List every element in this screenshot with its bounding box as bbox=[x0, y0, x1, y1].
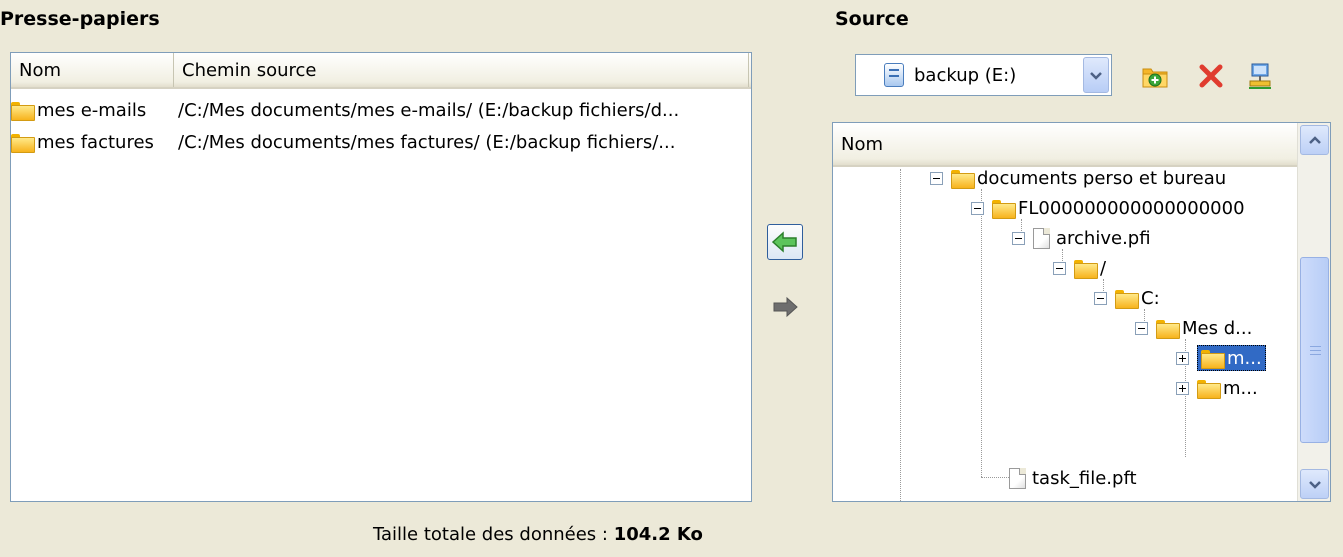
item-source-path: /C:/Mes documents/mes e-mails/ (E:/backu… bbox=[178, 99, 680, 121]
drive-select[interactable]: backup (E:) bbox=[855, 54, 1112, 96]
folder-icon bbox=[951, 169, 975, 189]
item-name: mes factures bbox=[37, 131, 154, 153]
total-size: Taille totale des données : 104.2 Ko bbox=[373, 524, 703, 545]
tree-node-label: task_file.pft bbox=[1032, 467, 1137, 489]
list-item[interactable]: mes e-mails /C:/Mes documents/mes e-mail… bbox=[11, 94, 679, 126]
collapse-toggle[interactable] bbox=[971, 201, 984, 215]
tree-node-label: m... bbox=[1223, 377, 1258, 399]
tree-node-label: Mes d... bbox=[1182, 317, 1253, 339]
drive-icon bbox=[884, 63, 904, 87]
add-folder-icon bbox=[1142, 68, 1168, 88]
network-icon bbox=[1249, 63, 1271, 89]
folder-icon bbox=[11, 133, 35, 153]
tree-node[interactable]: archive.pfi bbox=[1012, 223, 1151, 253]
tree-node[interactable]: FL000000000000000000 bbox=[971, 193, 1245, 223]
tree-vertical-scrollbar[interactable] bbox=[1297, 123, 1330, 501]
folder-icon bbox=[1201, 349, 1225, 369]
tree-node-label: m... bbox=[1227, 347, 1262, 369]
collapse-toggle[interactable] bbox=[1012, 231, 1025, 245]
item-name: mes e-mails bbox=[37, 99, 147, 121]
collapse-toggle[interactable] bbox=[1053, 261, 1066, 275]
collapse-toggle[interactable] bbox=[1135, 321, 1148, 335]
total-size-label: Taille totale des données : bbox=[373, 524, 614, 545]
arrow-left-icon bbox=[772, 231, 797, 253]
tree-node[interactable]: documents perso et bureau bbox=[930, 163, 1226, 193]
scroll-down-button[interactable] bbox=[1300, 469, 1329, 499]
tree-line bbox=[981, 477, 1009, 478]
folder-icon bbox=[992, 199, 1016, 219]
folder-icon bbox=[1197, 379, 1221, 399]
move-to-clipboard-button[interactable] bbox=[767, 224, 803, 260]
tree-line bbox=[900, 169, 901, 501]
tree-node[interactable]: m... bbox=[1176, 373, 1258, 403]
source-title: Source bbox=[835, 8, 909, 30]
tree-node[interactable]: m... bbox=[1176, 343, 1266, 373]
tree-node-label: archive.pfi bbox=[1056, 227, 1151, 249]
source-tree[interactable]: Nom documents perso et bureau FL00000000… bbox=[832, 122, 1331, 502]
folder-icon bbox=[1156, 319, 1180, 339]
expand-toggle[interactable] bbox=[1176, 381, 1189, 395]
column-header-source-path[interactable]: Chemin source bbox=[174, 53, 749, 87]
total-size-value: 104.2 Ko bbox=[613, 524, 703, 545]
tree-line bbox=[981, 189, 982, 477]
scroll-thumb[interactable] bbox=[1300, 257, 1329, 443]
folder-icon bbox=[1074, 259, 1098, 279]
network-button[interactable] bbox=[1245, 61, 1275, 91]
tree-node-label: / bbox=[1100, 257, 1107, 279]
chevron-down-icon bbox=[1308, 480, 1321, 489]
move-to-source-button[interactable] bbox=[767, 289, 803, 325]
folder-icon bbox=[1115, 289, 1139, 309]
chevron-down-icon bbox=[1090, 71, 1102, 80]
tree-column-header-label: Nom bbox=[841, 133, 884, 155]
add-folder-button[interactable] bbox=[1140, 61, 1170, 91]
column-header-name[interactable]: Nom bbox=[11, 53, 174, 87]
delete-icon bbox=[1199, 64, 1223, 88]
collapse-toggle[interactable] bbox=[930, 171, 943, 185]
clipboard-title: Presse-papiers bbox=[0, 8, 160, 30]
file-icon bbox=[1009, 467, 1026, 489]
clipboard-list-header: Nom Chemin source bbox=[11, 53, 751, 89]
arrow-right-icon bbox=[773, 296, 798, 318]
tree-node[interactable]: task_file.pft bbox=[1009, 463, 1137, 493]
delete-button[interactable] bbox=[1196, 61, 1226, 91]
tree-node[interactable]: C: bbox=[1094, 283, 1160, 313]
list-item[interactable]: mes factures /C:/Mes documents/mes factu… bbox=[11, 126, 675, 158]
clipboard-list[interactable]: Nom Chemin source mes e-mails /C:/Mes do… bbox=[10, 52, 752, 502]
drive-dropdown-button[interactable] bbox=[1083, 57, 1109, 93]
collapse-toggle[interactable] bbox=[1094, 291, 1107, 305]
drive-select-value: backup (E:) bbox=[914, 64, 1017, 86]
folder-icon bbox=[11, 101, 35, 121]
tree-node-label: documents perso et bureau bbox=[977, 167, 1227, 189]
tree-node-label: C: bbox=[1141, 287, 1160, 309]
tree-node[interactable]: / bbox=[1053, 253, 1106, 283]
tree-column-header[interactable]: Nom bbox=[833, 123, 1298, 167]
tree-node[interactable]: Mes d... bbox=[1135, 313, 1252, 343]
file-icon bbox=[1033, 227, 1050, 249]
item-source-path: /C:/Mes documents/mes factures/ (E:/back… bbox=[178, 131, 676, 153]
expand-toggle[interactable] bbox=[1176, 351, 1189, 365]
chevron-up-icon bbox=[1308, 135, 1321, 144]
tree-node-label: FL000000000000000000 bbox=[1018, 197, 1245, 219]
scroll-up-button[interactable] bbox=[1300, 125, 1329, 155]
tree-node-selected[interactable]: m... bbox=[1197, 345, 1266, 371]
